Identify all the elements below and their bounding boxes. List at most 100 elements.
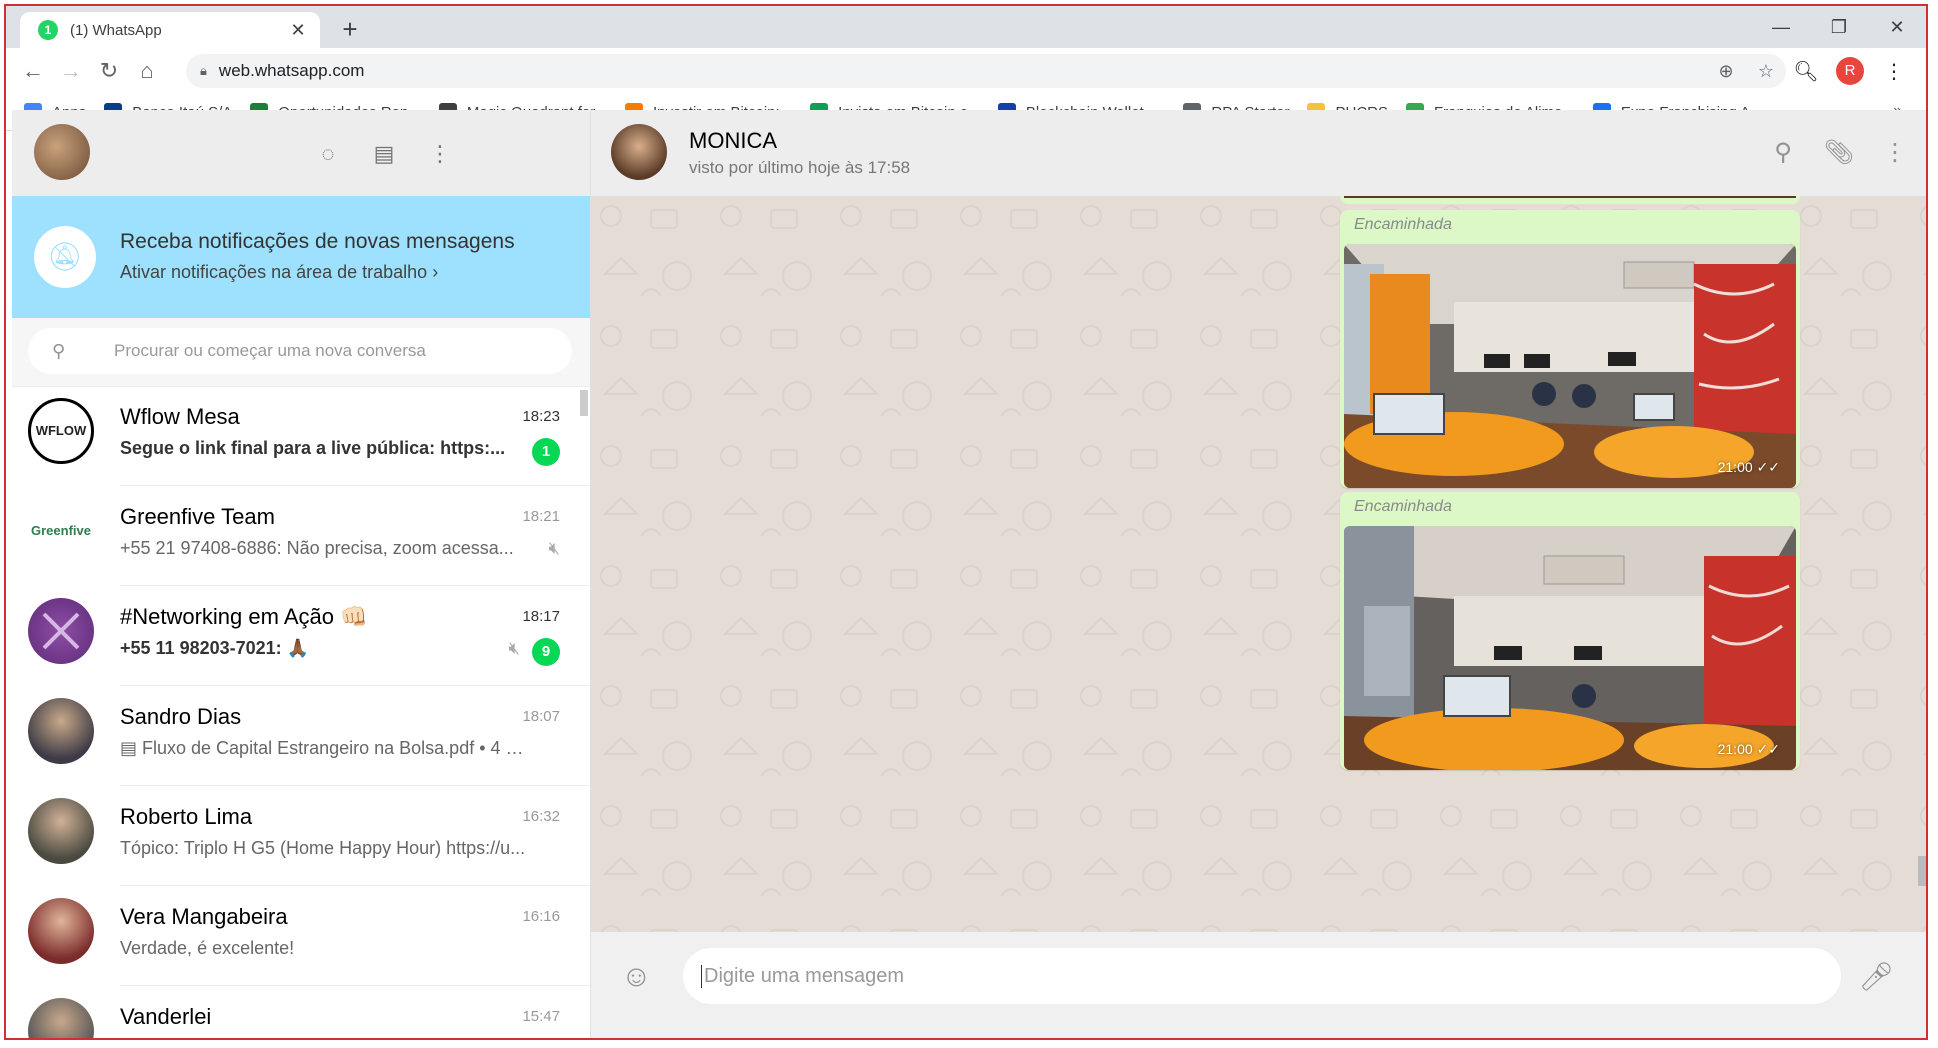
message-bubble[interactable]: Encaminhada 21:00 ✓✓ — [1340, 210, 1800, 488]
emoji-icon[interactable]: ☺ — [621, 960, 652, 994]
office-photo-image[interactable] — [1344, 244, 1796, 488]
zoom-icon[interactable]: ⊕ — [1706, 61, 1746, 82]
chat-row[interactable]: #Networking em Ação 👊🏻 18:17 +55 11 98203-… — [12, 586, 590, 686]
forwarded-label: Encaminhada — [1354, 216, 1452, 233]
office-photo-image[interactable] — [1344, 526, 1796, 770]
window-close-icon[interactable]: ✕ — [1868, 12, 1926, 42]
chat-last-message: Verdade, é excelente! — [120, 938, 295, 958]
tab-strip: 1 (1) WhatsApp ✕ + — ❐ ✕ — [6, 6, 1926, 48]
muted-icon: 🔇︎ — [548, 538, 560, 558]
previous-message-bubble[interactable] — [1340, 196, 1800, 204]
microphone-icon[interactable]: 🎤︎ — [1858, 960, 1894, 993]
profile-avatar[interactable]: R — [1836, 57, 1864, 85]
notification-link[interactable]: Ativar notificações na área de trabalho … — [120, 262, 438, 283]
chat-time: 16:32 — [522, 808, 560, 825]
new-chat-icon[interactable]: ▤ — [368, 138, 400, 170]
message-bubble[interactable]: Encaminhada 21:00 ✓✓ — [1340, 492, 1800, 770]
bookmark-star-icon[interactable]: ☆ — [1746, 61, 1786, 82]
search-extension-icon[interactable]: 🔍︎ — [1784, 59, 1828, 84]
unread-badge: 1 — [532, 438, 560, 466]
networking-logo — [42, 612, 80, 650]
bell-off-icon: 🔕︎ — [34, 226, 96, 288]
chat-avatar[interactable] — [28, 698, 94, 764]
message-area[interactable]: Encaminhada 21:00 ✓✓ Encaminhada 21:00 ✓… — [591, 196, 1926, 932]
chat-last-message: Segue o link final para a live pública: … — [120, 438, 506, 458]
browser-menu-icon[interactable]: ⋮ — [1872, 59, 1916, 84]
profile-button[interactable]: R — [1828, 57, 1872, 85]
conversation-header[interactable]: MONICA visto por último hoje às 17:58 ⚲ … — [591, 110, 1926, 196]
muted-icon: 🔇︎ — [508, 638, 520, 658]
chat-avatar[interactable] — [28, 998, 94, 1038]
chat-list: WFLOW Wflow Mesa 18:23 Segue o link final p… — [12, 386, 590, 1038]
tab-title: (1) WhatsApp — [70, 21, 162, 39]
contact-last-seen: visto por último hoje às 17:58 — [689, 158, 911, 177]
chat-avatar[interactable]: WFLOW — [28, 398, 94, 464]
whatsapp-favicon-icon: 1 — [38, 20, 58, 40]
chat-last-message: ▤ Fluxo de Capital Estrangeiro na Bolsa.… — [120, 738, 530, 758]
back-arrow-icon[interactable]: ← — [14, 58, 52, 84]
chat-last-message: Tópico: Triplo H G5 (Home Happy Hour) ht… — [120, 838, 526, 858]
chat-name: Greenfive Team — [120, 504, 275, 529]
message-input-placeholder[interactable]: Digite uma mensagem — [701, 964, 904, 988]
chat-name: #Networking em Ação 👊🏻 — [120, 604, 368, 629]
contact-name: MONICA — [689, 128, 777, 153]
composer-bar: ☺ Digite uma mensagem 🎤︎ — [591, 932, 1926, 1038]
address-bar[interactable]: 🔒︎ web.whatsapp.com ⊕ ☆ — [186, 54, 1786, 88]
chat-avatar[interactable]: Greenfive — [28, 498, 94, 564]
wflow-logo: WFLOW — [35, 423, 87, 438]
chat-avatar[interactable] — [28, 598, 94, 664]
home-icon[interactable]: ⌂ — [128, 58, 166, 84]
greenfive-logo: Greenfive — [31, 523, 91, 538]
reload-icon[interactable]: ↻ — [90, 58, 128, 84]
search-messages-icon[interactable]: ⚲ — [1766, 138, 1800, 167]
restore-icon[interactable]: ❐ — [1810, 12, 1868, 42]
conversation-menu-icon[interactable]: ⋮ — [1878, 138, 1912, 167]
close-tab-icon[interactable]: ✕ — [286, 20, 310, 41]
attach-paperclip-icon[interactable]: 📎︎ — [1822, 138, 1856, 167]
message-input[interactable]: Digite uma mensagem — [683, 948, 1841, 1004]
search-placeholder[interactable]: Procurar ou começar uma nova conversa — [114, 341, 426, 361]
chat-row[interactable]: Roberto Lima 16:32 Tópico: Triplo H G5 (Ho… — [12, 786, 590, 886]
minimize-icon[interactable]: — — [1752, 12, 1810, 42]
whatsapp-app: ◌ ▤ ⋮ 🔕︎ Receba notificações de novas me… — [6, 110, 1926, 1038]
forward-arrow-icon[interactable]: → — [52, 58, 90, 84]
forwarded-label: Encaminhada — [1354, 498, 1452, 515]
chat-name: Vanderlei — [120, 1004, 212, 1029]
chat-name: Sandro Dias — [120, 704, 242, 729]
chat-time: 16:16 — [522, 908, 560, 925]
chat-avatar[interactable] — [28, 898, 94, 964]
search-icon: ⚲ — [52, 340, 66, 361]
message-time: 21:00 ✓✓ — [1717, 741, 1780, 757]
notification-title: Receba notificações de novas mensagens — [120, 230, 515, 253]
chat-name: Roberto Lima — [120, 804, 253, 829]
chat-time: 18:07 — [522, 708, 560, 725]
chat-row[interactable]: Vanderlei 15:47 — [12, 986, 590, 1038]
chat-row[interactable]: Greenfive Greenfive Team 18:21 +55 21 97408… — [12, 486, 590, 586]
chat-row[interactable]: Sandro Dias 18:07 ▤ Fluxo de Capital Estra… — [12, 686, 590, 786]
notification-banner[interactable]: 🔕︎ Receba notificações de novas mensagen… — [12, 196, 590, 318]
my-avatar[interactable] — [34, 124, 90, 180]
side-panel: ◌ ▤ ⋮ 🔕︎ Receba notificações de novas me… — [12, 110, 591, 1038]
menu-icon[interactable]: ⋮ — [424, 138, 456, 170]
chat-avatar[interactable] — [28, 798, 94, 864]
browser-toolbar: ← → ↻ ⌂ 🔒︎ web.whatsapp.com ⊕ ☆ 🔍︎ R ⋮ — [6, 48, 1926, 94]
conversation-panel: MONICA visto por último hoje às 17:58 ⚲ … — [591, 110, 1926, 1038]
lock-icon[interactable]: 🔒︎ — [200, 63, 207, 79]
message-scrollbar[interactable] — [1918, 856, 1926, 886]
contact-avatar[interactable] — [611, 124, 667, 180]
status-icon[interactable]: ◌ — [312, 138, 344, 170]
browser-tab[interactable]: 1 (1) WhatsApp ✕ — [20, 12, 320, 48]
chat-name: Wflow Mesa — [120, 404, 240, 429]
toolbar-right: 🔍︎ R ⋮ — [1784, 54, 1916, 88]
chat-last-message: +55 11 98203-7021: 🙏🏾 — [120, 638, 310, 658]
search-area: ⚲ Procurar ou começar uma nova conversa — [12, 318, 590, 387]
message-time: 21:00 ✓✓ — [1717, 459, 1780, 475]
browser-window: 1 (1) WhatsApp ✕ + — ❐ ✕ ← → ↻ ⌂ 🔒︎ web.… — [4, 4, 1928, 1040]
url-text[interactable]: web.whatsapp.com — [219, 61, 1706, 81]
side-header: ◌ ▤ ⋮ — [12, 110, 590, 196]
chat-row[interactable]: Vera Mangabeira 16:16 Verdade, é excelente… — [12, 886, 590, 986]
chat-time: 15:47 — [522, 1008, 560, 1025]
search-input[interactable]: ⚲ Procurar ou começar uma nova conversa — [28, 328, 572, 374]
chat-row[interactable]: WFLOW Wflow Mesa 18:23 Segue o link final p… — [12, 386, 590, 486]
new-tab-button[interactable]: + — [336, 16, 364, 42]
